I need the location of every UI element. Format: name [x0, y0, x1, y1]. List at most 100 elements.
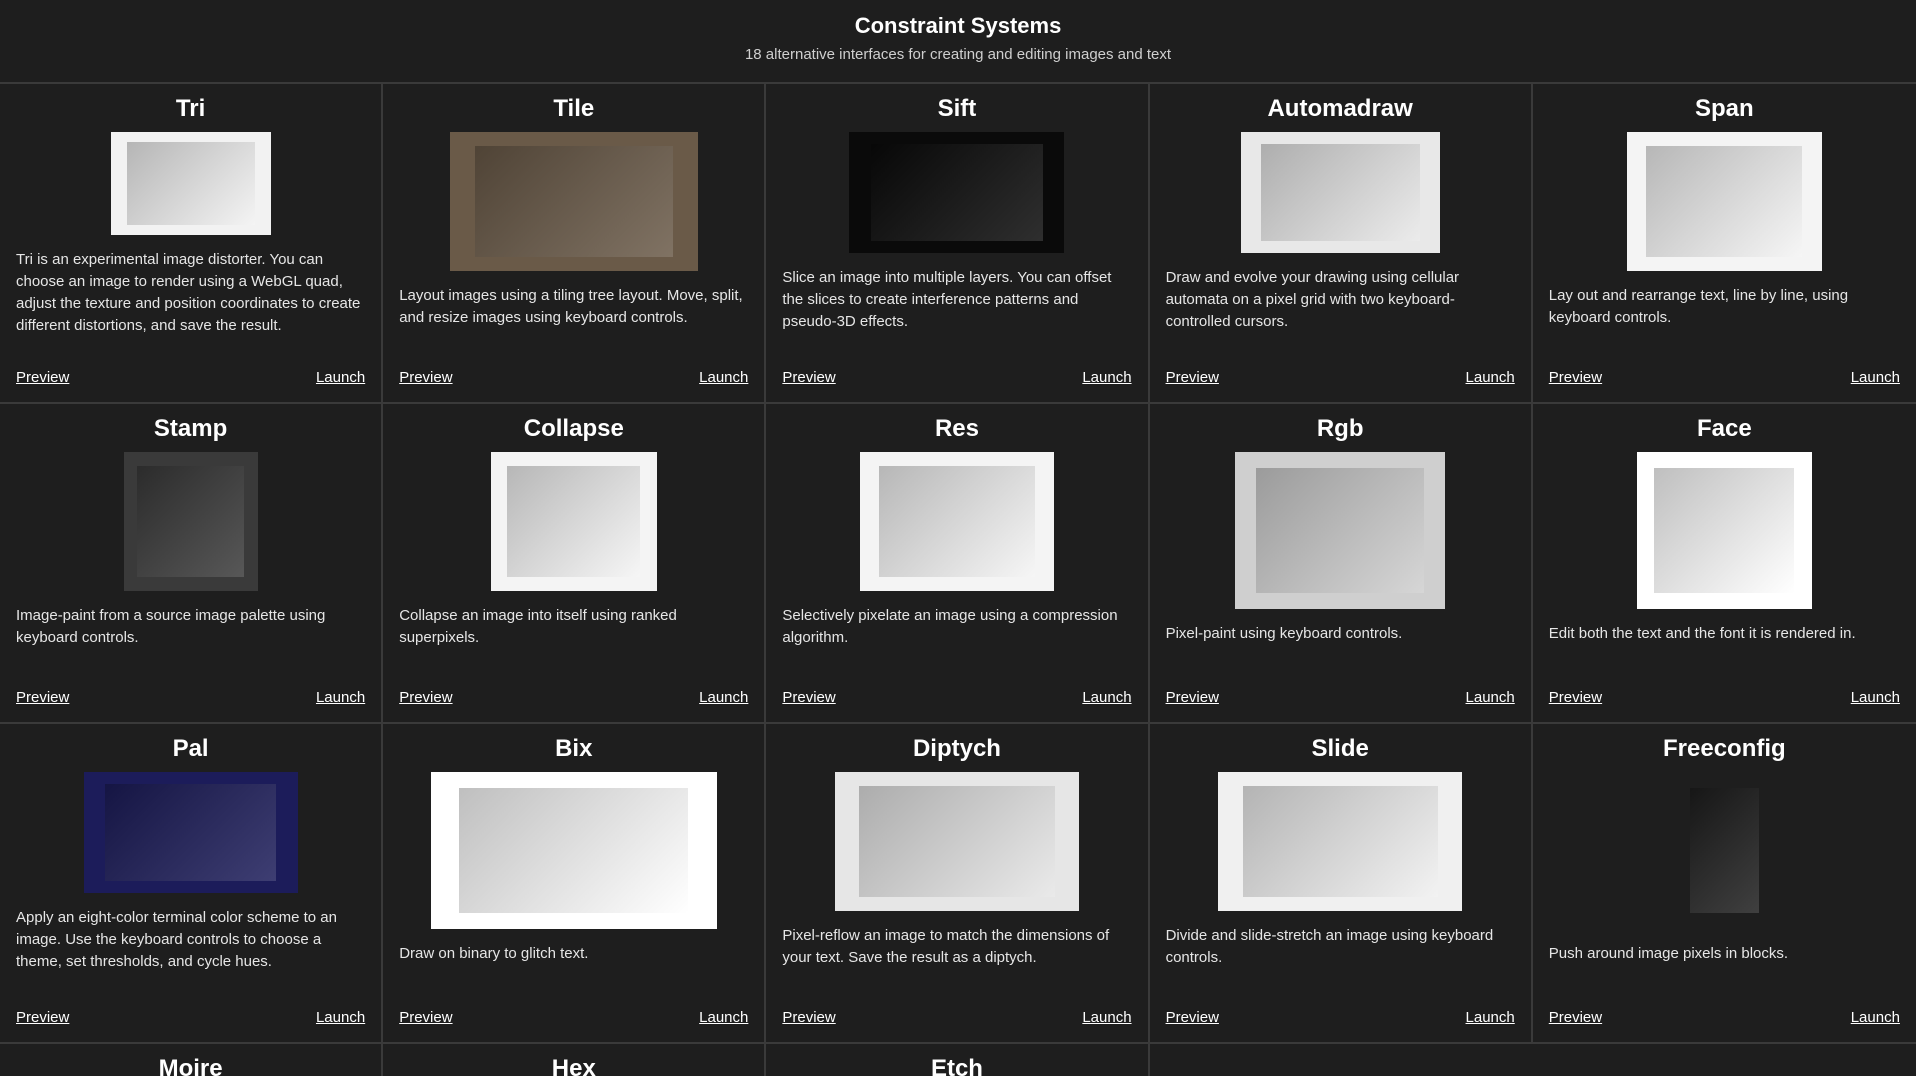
project-grid: Tri Tri is an experimental image distort…	[0, 84, 1916, 1044]
freeconfig-thumbnail	[1681, 772, 1768, 929]
preview-link[interactable]: Preview	[782, 1009, 835, 1026]
project-card-res: Res Selectively pixelate an image using …	[766, 404, 1150, 724]
preview-link[interactable]: Preview	[782, 369, 835, 386]
project-title: Stamp	[153, 415, 228, 442]
rgb-thumbnail	[1235, 452, 1446, 609]
tile-thumbnail	[449, 132, 698, 271]
preview-link[interactable]: Preview	[1166, 1009, 1219, 1026]
preview-link[interactable]: Preview	[399, 369, 452, 386]
preview-link[interactable]: Preview	[1549, 1009, 1602, 1026]
project-grid-partial-row: Moire Hex Etch	[0, 1044, 1916, 1076]
project-title: Face	[1696, 415, 1752, 442]
project-title: Pal	[172, 735, 209, 762]
preview-link[interactable]: Preview	[1166, 689, 1219, 706]
launch-link[interactable]: Launch	[1082, 689, 1131, 706]
project-card-bix: Bix Draw on binary to glitch text. Previ…	[383, 724, 767, 1044]
project-card-stamp: Stamp Image-paint from a source image pa…	[0, 404, 384, 724]
slide-thumbnail	[1218, 772, 1463, 911]
project-description: Layout images using a tiling tree layout…	[399, 287, 743, 326]
launch-link[interactable]: Launch	[1851, 1009, 1900, 1026]
stamp-thumbnail	[123, 452, 258, 591]
preview-link[interactable]: Preview	[1166, 369, 1219, 386]
thumbnail-image	[1646, 145, 1803, 258]
project-description: Draw and evolve your drawing using cellu…	[1165, 269, 1460, 330]
project-title: Tile	[553, 95, 595, 122]
preview-link[interactable]: Preview	[16, 369, 69, 386]
project-title: Bix	[555, 735, 593, 762]
project-description: Push around image pixels in blocks.	[1548, 945, 1789, 962]
preview-link[interactable]: Preview	[399, 689, 452, 706]
thumbnail-image	[1654, 467, 1795, 594]
project-card-collapse: Collapse Collapse an image into itself u…	[383, 404, 767, 724]
project-card-slide: Slide Divide and slide-stretch an image …	[1149, 724, 1533, 1044]
launch-link[interactable]: Launch	[699, 369, 748, 386]
collapse-thumbnail	[490, 452, 657, 591]
project-description: Tri is an experimental image distorter. …	[16, 251, 361, 334]
tri-thumbnail	[110, 132, 271, 235]
project-card-diptych: Diptych Pixel-reflow an image to match t…	[766, 724, 1150, 1044]
project-description: Slice an image into multiple layers. You…	[782, 269, 1112, 330]
thumbnail-image	[507, 465, 641, 578]
thumbnail-image	[870, 144, 1043, 241]
project-description: Selectively pixelate an image using a co…	[782, 607, 1118, 646]
res-thumbnail	[859, 452, 1054, 591]
page-title: Constraint Systems	[854, 13, 1062, 38]
preview-link[interactable]: Preview	[1549, 689, 1602, 706]
launch-link[interactable]: Launch	[316, 689, 365, 706]
pal-thumbnail	[83, 772, 298, 893]
sift-thumbnail	[849, 132, 1065, 253]
project-description: Image-paint from a source image palette …	[16, 607, 326, 646]
project-card-etch: Etch	[766, 1044, 1150, 1076]
launch-link[interactable]: Launch	[1082, 1009, 1131, 1026]
preview-link[interactable]: Preview	[399, 1009, 452, 1026]
project-title: Slide	[1311, 735, 1369, 762]
launch-link[interactable]: Launch	[699, 689, 748, 706]
empty-cell	[1150, 1044, 1533, 1076]
launch-link[interactable]: Launch	[1466, 1009, 1515, 1026]
launch-link[interactable]: Launch	[1851, 369, 1900, 386]
launch-link[interactable]: Launch	[1082, 369, 1131, 386]
launch-link[interactable]: Launch	[1466, 369, 1515, 386]
project-card-freeconfig: Freeconfig Push around image pixels in b…	[1532, 724, 1916, 1044]
launch-link[interactable]: Launch	[1851, 689, 1900, 706]
project-title: Rgb	[1316, 415, 1364, 442]
project-title: Sift	[937, 95, 977, 122]
launch-link[interactable]: Launch	[699, 1009, 748, 1026]
thumbnail-image	[474, 145, 673, 258]
preview-link[interactable]: Preview	[1549, 369, 1602, 386]
thumbnail-image	[136, 465, 245, 578]
project-title: Freeconfig	[1663, 735, 1786, 762]
project-title: Moire	[158, 1055, 223, 1076]
project-card-tri: Tri Tri is an experimental image distort…	[0, 84, 384, 404]
launch-link[interactable]: Launch	[316, 369, 365, 386]
preview-link[interactable]: Preview	[16, 689, 69, 706]
launch-link[interactable]: Launch	[1466, 689, 1515, 706]
project-title: Automadraw	[1267, 95, 1413, 122]
bix-thumbnail	[430, 772, 717, 929]
project-card-span: Span Lay out and rearrange text, line by…	[1532, 84, 1916, 404]
project-description: Collapse an image into itself using rank…	[399, 607, 677, 646]
thumbnail-image	[879, 465, 1035, 578]
project-description: Draw on binary to glitch text.	[399, 945, 589, 962]
project-description: Lay out and rearrange text, line by line…	[1548, 287, 1849, 326]
diptych-thumbnail	[834, 772, 1079, 911]
thumbnail-image	[1260, 144, 1420, 241]
project-title: Tri	[175, 95, 206, 122]
project-description: Pixel-paint using keyboard controls.	[1165, 625, 1403, 642]
project-title: Etch	[930, 1055, 983, 1076]
project-title: Res	[934, 415, 979, 442]
preview-link[interactable]: Preview	[782, 689, 835, 706]
preview-link[interactable]: Preview	[16, 1009, 69, 1026]
project-card-rgb: Rgb Pixel-paint using keyboard controls.…	[1149, 404, 1533, 724]
project-description: Edit both the text and the font it is re…	[1548, 625, 1856, 642]
thumbnail-image	[126, 142, 255, 225]
automadraw-thumbnail	[1240, 132, 1440, 253]
project-card-automadraw: Automadraw Draw and evolve your drawing …	[1149, 84, 1533, 404]
page-subtitle: 18 alternative interfaces for creating a…	[744, 46, 1172, 63]
project-card-pal: Pal Apply an eight-color terminal color …	[0, 724, 384, 1044]
thumbnail-image	[859, 785, 1055, 898]
face-thumbnail	[1636, 452, 1812, 609]
launch-link[interactable]: Launch	[316, 1009, 365, 1026]
project-card-hex: Hex	[383, 1044, 767, 1076]
project-description: Pixel-reflow an image to match the dimen…	[782, 927, 1110, 966]
